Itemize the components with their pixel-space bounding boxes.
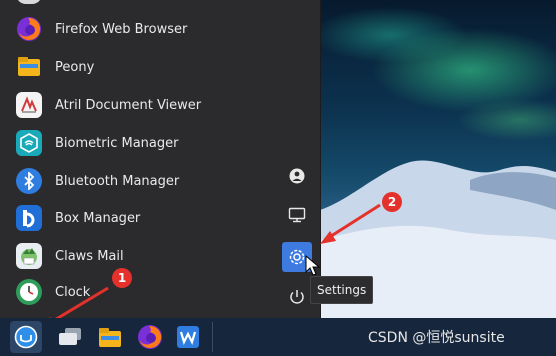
annotation-marker-1: 1	[112, 268, 132, 288]
multitask-button[interactable]	[54, 321, 86, 353]
firefox-taskbar-button[interactable]	[134, 321, 166, 353]
multitask-view-icon	[59, 328, 81, 345]
wps-writer-icon	[177, 326, 199, 348]
marker-1-label: 1	[117, 271, 127, 285]
marker-2-label: 2	[387, 195, 397, 209]
wps-writer-button[interactable]	[172, 321, 204, 353]
start-menu-icon	[14, 325, 38, 349]
firefox-icon	[138, 325, 162, 349]
folder-icon	[99, 328, 121, 347]
annotation-marker-2: 2	[382, 192, 402, 212]
annotation-arrows	[40, 203, 381, 330]
start-button[interactable]	[10, 321, 42, 353]
file-manager-button[interactable]	[94, 321, 126, 353]
taskbar-divider	[212, 322, 213, 352]
watermark-text: CSDN @恒悦sunsite	[368, 330, 505, 346]
